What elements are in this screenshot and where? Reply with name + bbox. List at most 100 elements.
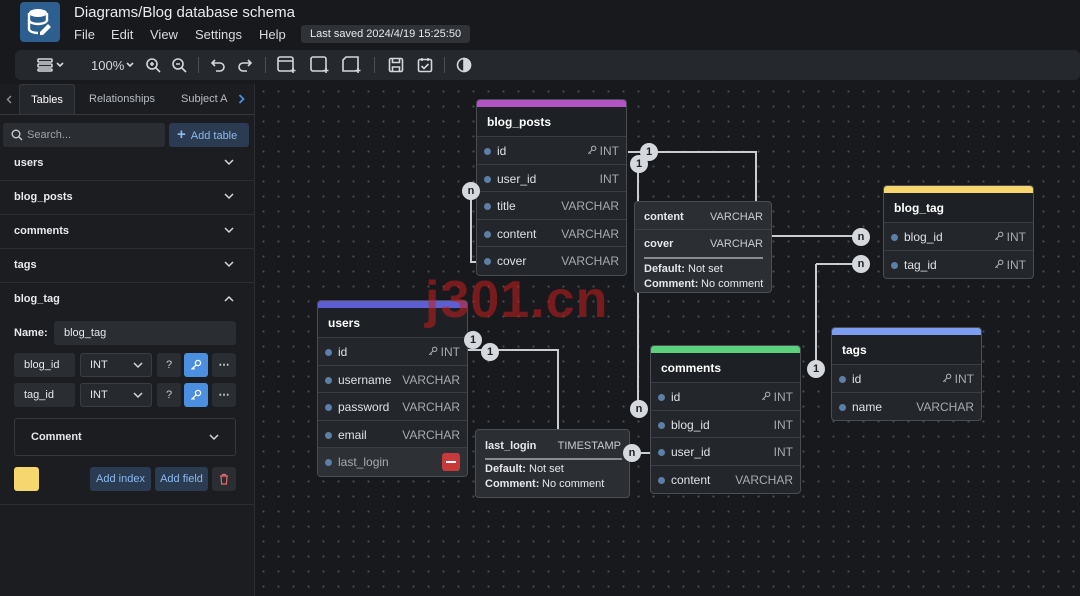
field-more-button[interactable]: ⋯ bbox=[212, 383, 236, 407]
field-type-select[interactable]: INT bbox=[80, 353, 152, 377]
redo-button[interactable] bbox=[237, 50, 253, 80]
zoom-out-button[interactable] bbox=[171, 50, 187, 80]
add-table-label: Add table bbox=[190, 130, 238, 142]
add-table-button[interactable]: + Add table bbox=[169, 123, 249, 147]
field-row[interactable]: content VARCHAR bbox=[477, 220, 626, 247]
field-row[interactable]: tag_id INT bbox=[884, 251, 1033, 279]
add-area-button[interactable] bbox=[310, 50, 330, 80]
add-table-button[interactable] bbox=[277, 50, 297, 80]
search-field[interactable] bbox=[3, 123, 165, 147]
delete-table-button[interactable] bbox=[212, 467, 236, 491]
table-blog-posts[interactable]: blog_posts id INT user_id INT title VARCHAR… bbox=[476, 99, 627, 276]
tooltip-field-name: content bbox=[644, 211, 684, 223]
field-handle[interactable] bbox=[484, 230, 491, 238]
primary-key-toggle[interactable] bbox=[184, 383, 208, 407]
key-icon bbox=[587, 145, 597, 155]
field-row[interactable]: name VARCHAR bbox=[832, 393, 981, 421]
minus-icon bbox=[446, 461, 456, 463]
field-handle[interactable] bbox=[325, 431, 332, 439]
field-row[interactable]: id INT bbox=[318, 338, 467, 366]
field-row[interactable]: email VARCHAR bbox=[318, 421, 467, 448]
field-row[interactable]: id INT bbox=[477, 137, 626, 165]
sidebar-item-tags[interactable]: tags bbox=[0, 249, 255, 283]
undo-button[interactable] bbox=[210, 50, 226, 80]
todo-button[interactable] bbox=[417, 50, 433, 80]
table-tags[interactable]: tags id INT name VARCHAR bbox=[831, 327, 982, 421]
delete-field-button[interactable] bbox=[442, 453, 460, 471]
primary-key-toggle[interactable] bbox=[184, 353, 208, 377]
save-button[interactable] bbox=[388, 50, 404, 80]
field-name: id bbox=[497, 144, 507, 158]
table-color-picker[interactable] bbox=[14, 467, 39, 491]
field-row[interactable]: title VARCHAR bbox=[477, 192, 626, 220]
table-name-input[interactable]: blog_tag bbox=[54, 321, 236, 345]
field-row[interactable]: user_id INT bbox=[477, 165, 626, 192]
field-handle[interactable] bbox=[891, 234, 898, 241]
zoom-select[interactable]: 100% bbox=[91, 50, 134, 80]
menu-view[interactable]: View bbox=[150, 27, 178, 42]
sidebar-item-users[interactable]: users bbox=[0, 147, 255, 181]
field-row[interactable]: last_login bbox=[318, 448, 467, 476]
field-handle[interactable] bbox=[484, 203, 491, 210]
field-handle[interactable] bbox=[325, 459, 332, 466]
field-handle[interactable] bbox=[484, 148, 491, 155]
comment-collapse[interactable]: Comment bbox=[14, 418, 236, 456]
zoom-in-icon bbox=[146, 58, 161, 73]
cardinality-badge: n bbox=[462, 182, 480, 200]
field-handle[interactable] bbox=[839, 403, 846, 411]
menu-file[interactable]: File bbox=[74, 27, 95, 42]
sidebar-item-blog-tag[interactable]: blog_tag bbox=[0, 283, 255, 317]
tooltip-field-name: last_login bbox=[485, 440, 537, 452]
menu-help[interactable]: Help bbox=[259, 27, 286, 42]
field-handle[interactable] bbox=[484, 258, 491, 265]
tooltip-field-type: VARCHAR bbox=[710, 211, 763, 223]
chevron-right-icon[interactable] bbox=[238, 94, 245, 104]
field-more-button[interactable]: ⋯ bbox=[212, 353, 236, 377]
key-icon bbox=[942, 373, 952, 383]
tab-relationships[interactable]: Relationships bbox=[89, 84, 155, 114]
table-blog-tag[interactable]: blog_tag blog_id INT tag_id INT bbox=[883, 185, 1034, 279]
field-handle[interactable] bbox=[839, 376, 846, 383]
field-handle[interactable] bbox=[658, 449, 665, 456]
sidebar-item-comments[interactable]: comments bbox=[0, 215, 255, 249]
field-row[interactable]: id INT bbox=[832, 365, 981, 393]
zoom-in-button[interactable] bbox=[145, 50, 161, 80]
field-handle[interactable] bbox=[325, 349, 332, 356]
field-row[interactable]: username VARCHAR bbox=[318, 366, 467, 393]
field-handle[interactable] bbox=[658, 394, 665, 401]
field-handle[interactable] bbox=[891, 261, 898, 269]
field-row[interactable]: id INT bbox=[651, 383, 800, 411]
chevron-left-icon[interactable] bbox=[6, 95, 12, 104]
field-handle[interactable] bbox=[484, 175, 491, 183]
theme-toggle-button[interactable] bbox=[456, 50, 472, 80]
field-handle[interactable] bbox=[325, 404, 332, 411]
field-type-select[interactable]: INT bbox=[80, 383, 152, 407]
nullable-toggle[interactable]: ? bbox=[157, 353, 181, 377]
field-row[interactable]: password VARCHAR bbox=[318, 393, 467, 421]
table-comments[interactable]: comments id INT blog_id INT user_id INT con… bbox=[650, 345, 801, 494]
diagram-canvas[interactable]: blog_posts id INT user_id INT title VARCHAR… bbox=[256, 84, 1080, 596]
nullable-toggle[interactable]: ? bbox=[157, 383, 181, 407]
field-name: id bbox=[338, 345, 348, 359]
field-handle[interactable] bbox=[658, 476, 665, 484]
field-row[interactable]: blog_id INT bbox=[884, 223, 1033, 251]
field-name-input[interactable]: blog_id bbox=[14, 353, 75, 377]
add-field-button[interactable]: Add field bbox=[155, 467, 208, 491]
tab-subject-areas[interactable]: Subject A bbox=[181, 84, 229, 114]
field-handle[interactable] bbox=[325, 376, 332, 384]
field-handle[interactable] bbox=[658, 421, 665, 429]
field-row[interactable]: blog_id INT bbox=[651, 411, 800, 438]
menu-settings[interactable]: Settings bbox=[195, 27, 242, 42]
field-row[interactable]: user_id INT bbox=[651, 438, 800, 466]
search-input[interactable] bbox=[27, 123, 162, 147]
diagram-title[interactable]: Diagrams/Blog database schema bbox=[74, 4, 295, 21]
field-row[interactable]: content VARCHAR bbox=[651, 466, 800, 494]
layout-button[interactable] bbox=[37, 50, 64, 80]
add-note-button[interactable] bbox=[342, 50, 362, 80]
add-index-button[interactable]: Add index bbox=[90, 467, 151, 491]
menu-edit[interactable]: Edit bbox=[111, 27, 133, 42]
field-name-input[interactable]: tag_id bbox=[14, 383, 75, 407]
sidebar-item-blog-posts[interactable]: blog_posts bbox=[0, 181, 255, 215]
tab-tables[interactable]: Tables bbox=[19, 84, 75, 114]
sidebar-item-label: users bbox=[14, 157, 44, 169]
